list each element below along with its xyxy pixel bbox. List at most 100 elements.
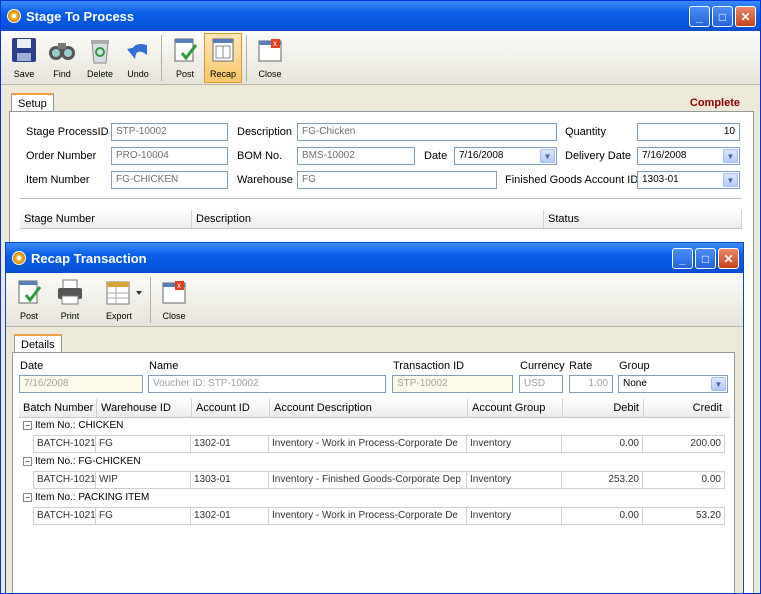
close-window-button[interactable]: ✕	[735, 6, 756, 27]
stage-process-id-field[interactable]: STP-10002	[111, 123, 228, 141]
group-row-packing-item[interactable]: − Item No.: PACKING ITEM	[23, 492, 149, 503]
rate-label: Rate	[569, 360, 593, 372]
transaction-id-field[interactable]: STP-10002	[392, 375, 513, 393]
undo-button[interactable]: Undo	[119, 33, 157, 83]
name-field[interactable]: Voucher ID: STP-10002	[148, 375, 386, 393]
item-number-label: Item Number	[26, 174, 90, 186]
delivery-date-label: Delivery Date	[565, 150, 632, 162]
recap-post-button[interactable]: Post	[10, 275, 48, 325]
floppy-disk-icon	[9, 35, 39, 65]
collapse-icon[interactable]: −	[23, 493, 32, 502]
delete-button[interactable]: Delete	[81, 33, 119, 83]
warehouse-field[interactable]: FG	[297, 171, 497, 189]
col-stage-number[interactable]: Stage Number	[20, 210, 192, 228]
save-button[interactable]: Save	[5, 33, 43, 83]
chevron-down-icon[interactable]: ▼	[723, 149, 738, 163]
binoculars-icon	[47, 35, 77, 65]
col-account-description[interactable]: Account Description	[270, 399, 468, 417]
group-row-chicken[interactable]: − Item No.: CHICKEN	[23, 420, 123, 431]
main-title-bar[interactable]: Stage To Process _ □ ✕	[1, 1, 760, 31]
close-document-icon: x	[255, 35, 285, 65]
status-complete: Complete	[689, 97, 740, 109]
recap-button[interactable]: Recap	[204, 33, 242, 83]
post-document-icon	[14, 277, 44, 307]
col-status[interactable]: Status	[544, 210, 742, 228]
recap-close-button[interactable]: x Close	[155, 275, 193, 325]
description-field[interactable]: FG-Chicken	[297, 123, 557, 141]
details-panel: Date 7/16/2008 Name Voucher ID: STP-1000…	[12, 352, 735, 593]
description-label: Description	[237, 126, 293, 138]
quantity-label: Quantity	[565, 126, 606, 138]
app-icon	[7, 9, 21, 23]
export-button[interactable]: Export	[92, 275, 146, 325]
recap-transaction-window: Recap Transaction _ □ ✕ Post Print Expor…	[5, 242, 744, 594]
tab-setup[interactable]: Setup	[11, 93, 54, 113]
rate-field[interactable]: 1.00	[569, 375, 613, 393]
group-label: Group	[619, 360, 650, 372]
currency-field[interactable]: USD	[519, 375, 563, 393]
recap-date-field[interactable]: 7/16/2008	[19, 375, 143, 393]
date-label: Date	[424, 150, 448, 162]
toolbar-separator	[161, 35, 162, 81]
group-select[interactable]: None ▼	[618, 375, 728, 393]
chevron-down-icon[interactable]: ▼	[711, 377, 726, 391]
item-number-field[interactable]: FG-CHICKEN	[111, 171, 228, 189]
col-warehouse-id[interactable]: Warehouse ID	[97, 399, 192, 417]
post-button[interactable]: Post	[166, 33, 204, 83]
post-document-icon	[170, 35, 200, 65]
table-row[interactable]: BATCH-1021 FG 1302-01 Inventory - Work i…	[33, 435, 725, 453]
collapse-icon[interactable]: −	[23, 457, 32, 466]
chevron-down-icon[interactable]: ▼	[723, 173, 738, 187]
chevron-down-icon[interactable]: ▼	[540, 149, 555, 163]
order-number-label: Order Number	[26, 150, 97, 162]
print-button[interactable]: Print	[48, 275, 92, 325]
fg-account-label: Finished Goods Account ID	[505, 174, 639, 186]
recap-grid-header: Batch Number Warehouse ID Account ID Acc…	[19, 399, 730, 418]
bom-label: BOM No.	[237, 150, 283, 162]
table-row[interactable]: BATCH-1021 FG 1302-01 Inventory - Work i…	[33, 507, 725, 525]
stage-process-id-label: Stage ProcessID	[26, 126, 109, 138]
name-label: Name	[149, 360, 179, 372]
col-description[interactable]: Description	[192, 210, 544, 228]
main-toolbar: Save Find Delete Undo Post Recap x Close	[1, 31, 760, 85]
export-spreadsheet-icon	[104, 277, 142, 307]
maximize-button[interactable]: □	[712, 6, 733, 27]
maximize-button[interactable]: □	[695, 248, 716, 269]
recap-window-title: Recap Transaction	[31, 250, 147, 266]
divider	[20, 198, 742, 199]
transaction-id-label: Transaction ID	[393, 360, 465, 372]
currency-label: Currency	[520, 360, 565, 372]
minimize-button[interactable]: _	[672, 248, 693, 269]
col-account-group[interactable]: Account Group	[468, 399, 563, 417]
recap-date-label: Date	[20, 360, 44, 372]
bom-field[interactable]: BMS-10002	[297, 147, 415, 165]
fg-account-select[interactable]: 1303-01 ▼	[637, 171, 740, 189]
svg-text:x: x	[177, 281, 181, 290]
group-row-fg-chicken[interactable]: − Item No.: FG-CHICKEN	[23, 456, 141, 467]
warehouse-label: Warehouse	[237, 174, 293, 186]
undo-arrow-icon	[123, 35, 153, 65]
order-number-field[interactable]: PRO-10004	[111, 147, 228, 165]
toolbar-separator	[246, 35, 247, 81]
close-button[interactable]: x Close	[251, 33, 289, 83]
col-batch-number[interactable]: Batch Number	[19, 399, 97, 417]
recycle-bin-icon	[85, 35, 115, 65]
minimize-button[interactable]: _	[689, 6, 710, 27]
recap-title-bar[interactable]: Recap Transaction _ □ ✕	[6, 243, 743, 273]
collapse-icon[interactable]: −	[23, 421, 32, 430]
tab-details[interactable]: Details	[14, 334, 62, 354]
delivery-date-picker[interactable]: 7/16/2008 ▼	[637, 147, 740, 165]
date-picker[interactable]: 7/16/2008 ▼	[454, 147, 557, 165]
quantity-field[interactable]: 10	[637, 123, 740, 141]
printer-icon	[55, 277, 85, 307]
close-window-button[interactable]: ✕	[718, 248, 739, 269]
close-document-icon: x	[159, 277, 189, 307]
find-button[interactable]: Find	[43, 33, 81, 83]
recap-toolbar: Post Print Export x Close	[6, 273, 743, 327]
col-debit[interactable]: Debit	[563, 399, 644, 417]
svg-text:x: x	[273, 39, 277, 48]
app-icon	[12, 251, 26, 265]
table-row[interactable]: BATCH-1021 WIP 1303-01 Inventory - Finis…	[33, 471, 725, 489]
col-account-id[interactable]: Account ID	[192, 399, 270, 417]
col-credit[interactable]: Credit	[644, 399, 726, 417]
